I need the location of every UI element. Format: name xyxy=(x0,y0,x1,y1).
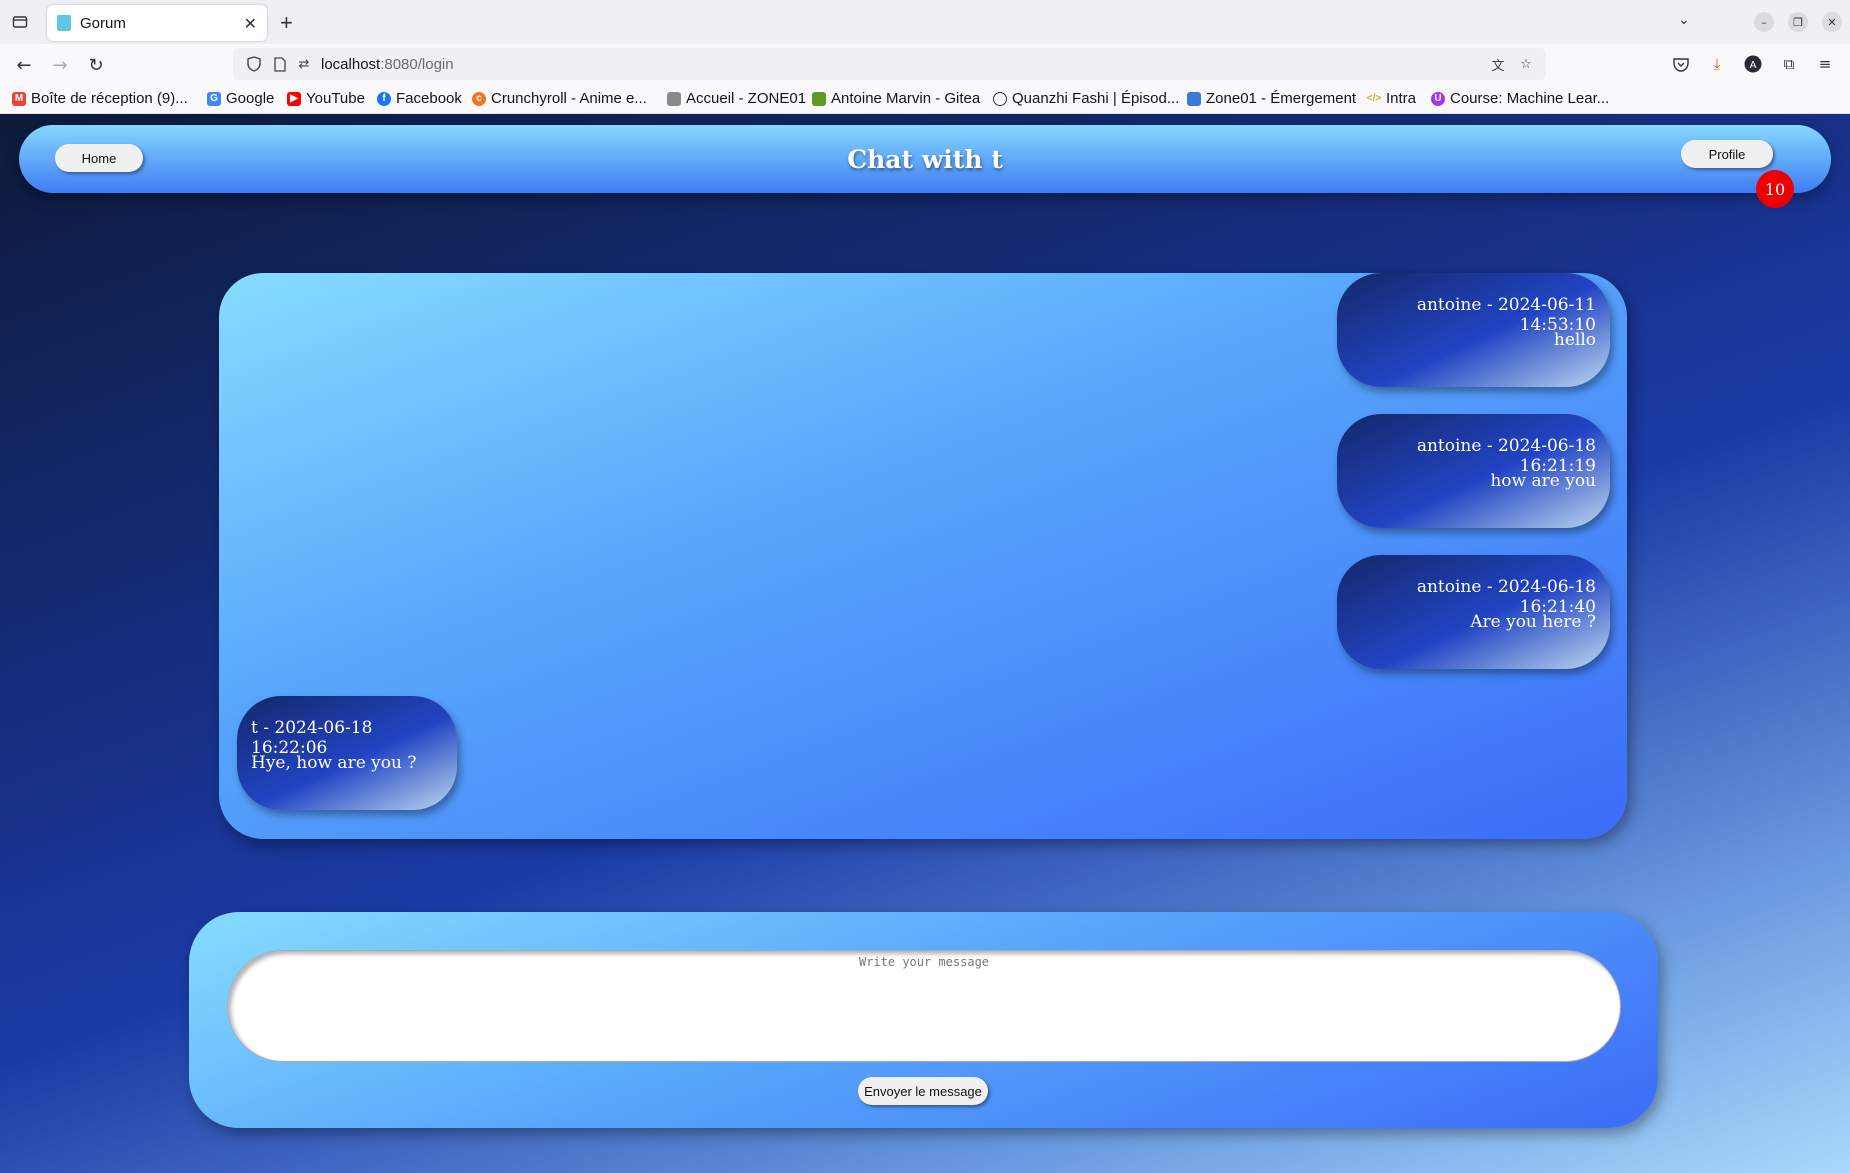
message-meta: t - 2024-06-18 16:22:06 xyxy=(251,718,373,758)
facebook-icon: f xyxy=(377,91,391,106)
chat-header: Chat with t Home Profile 10 xyxy=(19,125,1831,208)
code-icon: </> xyxy=(1366,93,1382,104)
google-icon: G xyxy=(207,91,221,106)
back-arrow-icon[interactable]: ← xyxy=(11,52,37,78)
bookmark-intra[interactable]: </> Intra xyxy=(1367,90,1416,107)
svg-text:A: A xyxy=(1750,60,1757,71)
profile-button[interactable]: Profile xyxy=(1681,140,1773,168)
message-meta: antoine - 2024-06-11 14:53:10 xyxy=(1416,295,1596,335)
bookmark-zone01-home[interactable]: Accueil - ZONE01 xyxy=(667,90,806,107)
menu-hamburger-icon[interactable]: ≡ xyxy=(1813,52,1837,76)
gitea-icon xyxy=(812,91,826,106)
url-bar[interactable]: ⇄ localhost:8080/login 文 ☆ xyxy=(233,48,1546,80)
bookmark-course[interactable]: U Course: Machine Lear... xyxy=(1431,90,1609,107)
message-text: Hye, how are you ? xyxy=(251,753,417,773)
notification-badge[interactable]: 10 xyxy=(1756,170,1794,208)
pocket-icon[interactable] xyxy=(1669,52,1693,76)
downloads-icon[interactable]: ⤓ xyxy=(1705,52,1729,76)
message-input[interactable] xyxy=(227,950,1621,1062)
list-all-tabs-icon[interactable]: ⌄ xyxy=(1678,12,1690,28)
site-favicon-icon xyxy=(57,15,71,31)
globe-icon xyxy=(993,91,1007,106)
browser-tab-active[interactable]: Gorum ✕ xyxy=(47,5,267,41)
message-text: how are you xyxy=(1490,471,1596,491)
youtube-icon: ▶ xyxy=(287,91,301,106)
course-icon: U xyxy=(1431,91,1445,106)
bookmark-gitea[interactable]: Antoine Marvin - Gitea xyxy=(812,90,980,107)
gmail-icon: M xyxy=(12,91,26,106)
bookmark-star-icon[interactable]: ☆ xyxy=(1517,55,1535,73)
reload-icon[interactable]: ↻ xyxy=(83,52,109,78)
bookmark-zone01-emargement[interactable]: Zone01 - Émergement xyxy=(1187,90,1356,107)
bookmark-quanzhi[interactable]: Quanzhi Fashi | Épisod... xyxy=(993,90,1179,107)
url-text[interactable]: localhost:8080/login xyxy=(321,56,454,73)
message-bubble: antoine - 2024-06-18 16:21:19 how are yo… xyxy=(1337,414,1610,528)
close-window-icon[interactable]: ✕ xyxy=(1822,12,1842,32)
message-meta: antoine - 2024-06-18 16:21:40 xyxy=(1416,577,1596,617)
bookmark-facebook[interactable]: f Facebook xyxy=(377,90,462,107)
bookmark-youtube[interactable]: ▶ YouTube xyxy=(287,90,365,107)
message-text: hello xyxy=(1553,330,1596,350)
shield-icon[interactable] xyxy=(245,55,263,73)
browser-tab-bar: Gorum ✕ + ⌄ – ❐ ✕ xyxy=(0,0,1850,44)
send-message-button[interactable]: Envoyer le message xyxy=(858,1077,988,1105)
home-button[interactable]: Home xyxy=(55,144,143,172)
tab-title: Gorum xyxy=(80,14,126,32)
message-meta: antoine - 2024-06-18 16:21:19 xyxy=(1416,436,1596,476)
page-icon[interactable] xyxy=(271,55,289,73)
message-text: Are you here ? xyxy=(1470,612,1596,632)
compose-panel: Envoyer le message xyxy=(189,912,1658,1128)
zone01-emargement-icon xyxy=(1187,91,1201,106)
bookmarks-toolbar: M Boîte de réception (9)... G Google ▶ YouT… xyxy=(0,84,1850,114)
firefox-view-icon[interactable] xyxy=(8,10,32,34)
minimize-window-icon[interactable]: – xyxy=(1754,12,1774,32)
permissions-icon[interactable]: ⇄ xyxy=(295,55,313,73)
bookmark-google[interactable]: G Google xyxy=(207,90,274,107)
message-bubble: t - 2024-06-18 16:22:06 Hye, how are you… xyxy=(237,696,457,810)
bookmark-gmail[interactable]: M Boîte de réception (9)... xyxy=(12,90,188,107)
forward-arrow-icon[interactable]: → xyxy=(47,52,73,78)
message-bubble: antoine - 2024-06-18 16:21:40 Are you he… xyxy=(1337,555,1610,669)
extensions-icon[interactable]: ⧉ xyxy=(1777,52,1801,76)
zone01-icon xyxy=(667,91,681,106)
bookmark-crunchyroll[interactable]: c Crunchyroll - Anime e... xyxy=(472,90,647,107)
page-content: Chat with t Home Profile 10 antoine - 20… xyxy=(0,114,1850,1173)
account-avatar-icon[interactable]: A xyxy=(1741,52,1765,76)
translate-icon[interactable]: 文 xyxy=(1489,55,1507,74)
browser-nav-bar: ← → ↻ ⇄ localhost:8080/login 文 ☆ ⤓ A ⧉ ≡ xyxy=(0,44,1850,84)
crunchyroll-icon: c xyxy=(472,91,486,106)
page-title: Chat with t xyxy=(847,144,1003,174)
restore-window-icon[interactable]: ❐ xyxy=(1788,12,1808,32)
messages-panel: antoine - 2024-06-11 14:53:10 hello anto… xyxy=(219,273,1627,839)
message-bubble: antoine - 2024-06-11 14:53:10 hello xyxy=(1337,273,1610,387)
new-tab-icon[interactable]: + xyxy=(280,10,293,36)
close-tab-icon[interactable]: ✕ xyxy=(244,14,257,33)
